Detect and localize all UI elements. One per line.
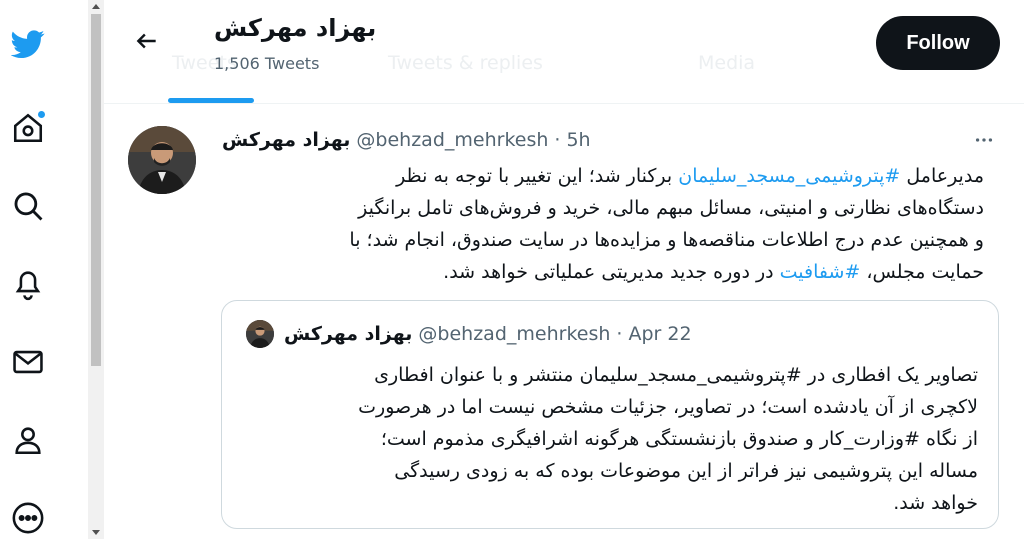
quote-line: از نگاه #وزارت_کار و صندوق بازنشستگی هرگ… bbox=[380, 428, 978, 450]
tweet-time[interactable]: 5h bbox=[566, 129, 590, 151]
text-segment: برکنار شد؛ این تغییر با توجه به نظر bbox=[396, 165, 679, 187]
scroll-up-arrow-icon[interactable] bbox=[92, 4, 100, 9]
twitter-logo-icon[interactable] bbox=[8, 24, 48, 64]
tab-media[interactable]: Media bbox=[698, 52, 755, 74]
arrow-left-icon bbox=[136, 33, 156, 49]
profile-header: Tweets Tweets & replies Media بهزاد مهرک… bbox=[104, 0, 1024, 104]
quote-line: مساله این پتروشیمی نیز فراتر از این موضو… bbox=[394, 460, 978, 482]
quote-header: بهزاد مهرکش @behzad_mehrkesh · Apr 22 bbox=[246, 319, 692, 349]
tweet-line: و همچنین عدم درج اطلاعات مناقصه‌ها و مزا… bbox=[349, 229, 984, 251]
avatar[interactable] bbox=[128, 126, 196, 194]
quote-time[interactable]: Apr 22 bbox=[628, 323, 691, 345]
mail-icon[interactable] bbox=[8, 342, 48, 382]
quote-text: تصاویر یک افطاری در #پتروشیمی_مسجد_سلیما… bbox=[258, 359, 978, 519]
more-options-icon[interactable] bbox=[970, 128, 998, 152]
main-column: Tweets Tweets & replies Media بهزاد مهرک… bbox=[104, 0, 1024, 539]
text-segment: در دوره جدید مدیریتی عملیاتی خواهد شد. bbox=[443, 261, 780, 283]
scroll-down-arrow-icon[interactable] bbox=[92, 530, 100, 535]
more-circle-icon[interactable] bbox=[8, 498, 48, 538]
page-title: بهزاد مهرکش bbox=[214, 14, 377, 42]
text-segment: حمایت مجلس، bbox=[860, 261, 984, 283]
quote-line: لاکچری از آن یادشده است؛ در تصاویر، جزئی… bbox=[358, 396, 978, 418]
tweet-count: 1,506 Tweets bbox=[214, 54, 320, 73]
sidebar-nav bbox=[0, 0, 88, 539]
separator: · bbox=[616, 323, 623, 345]
separator: · bbox=[554, 129, 561, 151]
tweet-text: مدیرعامل #پتروشیمی_مسجد_سلیمان برکنار شد… bbox=[330, 160, 984, 288]
hashtag-link[interactable]: #پتروشیمی_مسجد_سلیمان bbox=[678, 165, 900, 187]
quote-line: تصاویر یک افطاری در #پتروشیمی_مسجد_سلیما… bbox=[374, 364, 978, 386]
author-name[interactable]: بهزاد مهرکش bbox=[222, 129, 350, 151]
tweet-line: مدیرعامل #پتروشیمی_مسجد_سلیمان برکنار شد… bbox=[330, 160, 984, 192]
bell-icon[interactable] bbox=[8, 264, 48, 304]
text-segment: مدیرعامل bbox=[900, 165, 984, 187]
back-button[interactable] bbox=[128, 22, 166, 60]
active-tab-indicator bbox=[168, 98, 254, 103]
author-handle[interactable]: @behzad_mehrkesh bbox=[356, 129, 548, 151]
hashtag-link[interactable]: #شفافیت bbox=[780, 261, 861, 283]
home-icon[interactable] bbox=[8, 108, 48, 148]
profile-icon[interactable] bbox=[8, 420, 48, 460]
scrollbar-thumb[interactable] bbox=[91, 14, 101, 366]
quote-avatar[interactable] bbox=[246, 320, 274, 348]
quoted-tweet[interactable]: بهزاد مهرکش @behzad_mehrkesh · Apr 22 تص… bbox=[221, 300, 999, 529]
tweet-header: بهزاد مهرکش @behzad_mehrkesh · 5h bbox=[222, 126, 591, 154]
tweet-line: حمایت مجلس، #شفافیت در دوره جدید مدیریتی… bbox=[330, 256, 984, 288]
search-icon[interactable] bbox=[8, 186, 48, 226]
tab-tweets-replies[interactable]: Tweets & replies bbox=[388, 52, 543, 74]
notification-dot bbox=[37, 110, 46, 119]
follow-button[interactable]: Follow bbox=[876, 16, 1000, 70]
scrollbar[interactable] bbox=[88, 0, 104, 539]
quote-author-handle[interactable]: @behzad_mehrkesh bbox=[418, 323, 610, 345]
quote-author-name[interactable]: بهزاد مهرکش bbox=[284, 323, 412, 345]
tweet-line: دستگاه‌های نظارتی و امنیتی، مسائل مبهم م… bbox=[358, 197, 984, 219]
quote-line: خواهد شد. bbox=[893, 492, 978, 514]
